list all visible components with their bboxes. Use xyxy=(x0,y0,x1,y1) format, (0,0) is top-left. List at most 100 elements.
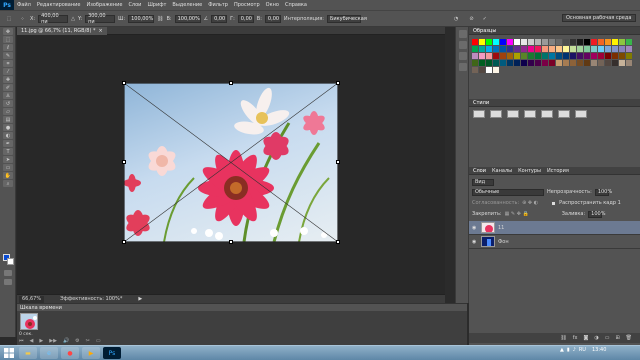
color-swatch[interactable] xyxy=(556,39,562,45)
workspace-select[interactable]: Основная рабочая среда xyxy=(562,14,636,22)
style-preset[interactable] xyxy=(507,110,519,118)
play-icon[interactable]: ▶ xyxy=(39,338,43,344)
color-swatch[interactable] xyxy=(507,60,513,66)
width-field[interactable]: 100,00% xyxy=(128,14,155,23)
color-swatch[interactable] xyxy=(514,53,520,59)
tab-layers[interactable]: Слои xyxy=(473,168,486,174)
y-field[interactable]: 300,00 пи xyxy=(85,13,116,25)
background-color-swatch[interactable] xyxy=(7,258,14,265)
quick-mask-icon[interactable] xyxy=(4,270,12,276)
move-tool-icon[interactable]: ✥ xyxy=(3,28,13,35)
color-swatch[interactable] xyxy=(577,53,583,59)
color-swatch[interactable] xyxy=(563,53,569,59)
status-menu-arrow[interactable]: ▶ xyxy=(138,296,142,302)
visibility-eye-icon[interactable]: ◉ xyxy=(472,225,478,231)
link-icon[interactable]: ⛓ xyxy=(157,16,163,22)
propagate-checkbox[interactable] xyxy=(551,200,557,206)
color-swatch[interactable] xyxy=(556,53,562,59)
color-swatch[interactable] xyxy=(535,60,541,66)
timeline-frame[interactable] xyxy=(20,313,38,330)
gradient-tool-icon[interactable]: ▤ xyxy=(3,116,13,123)
color-swatch[interactable] xyxy=(542,46,548,52)
color-swatch[interactable] xyxy=(626,46,632,52)
color-swatch[interactable] xyxy=(500,60,506,66)
player-taskbar-icon[interactable]: ▶ xyxy=(82,347,100,359)
style-preset[interactable] xyxy=(524,110,536,118)
filter-kind-select[interactable]: Вид xyxy=(472,178,494,186)
color-swatch[interactable] xyxy=(528,39,534,45)
relative-position-icon[interactable]: △ xyxy=(71,16,75,22)
color-swatch[interactable] xyxy=(472,67,478,73)
layer-row[interactable]: ◉ 11 xyxy=(469,221,640,235)
color-swatch[interactable] xyxy=(591,39,597,45)
transform-handle-br[interactable] xyxy=(336,240,340,244)
color-swatch[interactable] xyxy=(605,46,611,52)
zoom-level-field[interactable]: 66,67% xyxy=(19,295,45,303)
color-swatch[interactable] xyxy=(619,39,625,45)
color-swatch[interactable] xyxy=(570,46,576,52)
eraser-tool-icon[interactable]: ▱ xyxy=(3,108,13,115)
screen-mode-icon[interactable] xyxy=(4,279,12,285)
color-swatch[interactable] xyxy=(577,39,583,45)
history-panel-icon[interactable] xyxy=(459,30,467,38)
link-layers-icon[interactable]: ⛓ xyxy=(560,335,566,341)
color-swatch[interactable] xyxy=(521,60,527,66)
blend-mode-select[interactable]: Обычные xyxy=(472,188,544,196)
timeline-title[interactable]: Шкала времени xyxy=(20,305,62,311)
color-swatch[interactable] xyxy=(563,39,569,45)
color-swatch[interactable] xyxy=(472,53,478,59)
visibility-eye-icon[interactable]: ◉ xyxy=(472,239,478,245)
color-swatch[interactable] xyxy=(549,39,555,45)
brush-tool-icon[interactable]: ✐ xyxy=(3,84,13,91)
color-swatch[interactable] xyxy=(507,46,513,52)
type-tool-icon[interactable]: T xyxy=(3,148,13,155)
network-icon[interactable]: ▮ xyxy=(567,347,570,353)
color-swatch[interactable] xyxy=(584,39,590,45)
v-skew-field[interactable]: 0,00 xyxy=(264,14,281,23)
warp-icon[interactable]: ◔ xyxy=(454,16,458,22)
style-preset[interactable] xyxy=(473,110,485,118)
color-swatch[interactable] xyxy=(591,60,597,66)
opacity-field[interactable]: 100% xyxy=(594,188,612,196)
tab-history[interactable]: История xyxy=(547,168,569,174)
history-brush-tool-icon[interactable]: ↺ xyxy=(3,100,13,107)
document-image[interactable] xyxy=(124,83,338,242)
color-swatch[interactable] xyxy=(570,53,576,59)
unify-icons[interactable]: ⊕ ✥ ◐ xyxy=(522,200,538,206)
first-frame-icon[interactable]: ⏮ xyxy=(19,338,24,344)
color-swatch[interactable] xyxy=(563,60,569,66)
color-swatch[interactable] xyxy=(472,46,478,52)
transform-handle-tr[interactable] xyxy=(336,81,340,85)
commit-icon[interactable]: ✓ xyxy=(483,16,487,22)
pen-tool-icon[interactable]: ✒ xyxy=(3,140,13,147)
start-button[interactable] xyxy=(2,347,16,359)
color-swatch[interactable] xyxy=(486,67,492,73)
color-swatch[interactable] xyxy=(619,46,625,52)
color-swatch[interactable] xyxy=(493,39,499,45)
color-swatch[interactable] xyxy=(598,46,604,52)
eyedropper-tool-icon[interactable]: ⁄ xyxy=(3,68,13,75)
color-swatch[interactable] xyxy=(626,39,632,45)
menu-filter[interactable]: Фильтр xyxy=(205,2,231,8)
color-swatch[interactable] xyxy=(612,53,618,59)
color-swatch[interactable] xyxy=(570,60,576,66)
angle-field[interactable]: 0,00 xyxy=(211,14,228,23)
color-swatch[interactable] xyxy=(493,67,499,73)
color-swatch[interactable] xyxy=(542,39,548,45)
color-swatch[interactable] xyxy=(472,60,478,66)
color-swatch[interactable] xyxy=(521,53,527,59)
menu-type[interactable]: Шрифт xyxy=(144,2,169,8)
color-swatch[interactable] xyxy=(514,39,520,45)
prev-frame-icon[interactable]: ◀ xyxy=(30,338,34,344)
actions-panel-icon[interactable] xyxy=(459,41,467,49)
layer-name[interactable]: Фон xyxy=(498,239,509,245)
color-swatch[interactable] xyxy=(605,60,611,66)
layer-row[interactable]: ◉ Фон xyxy=(469,235,640,249)
marquee-tool-icon[interactable]: ⬚ xyxy=(3,36,13,43)
reference-point-icon[interactable]: ⁘ xyxy=(18,16,27,22)
color-swatch[interactable] xyxy=(549,53,555,59)
lasso-tool-icon[interactable]: ℓ xyxy=(3,44,13,51)
color-swatch[interactable] xyxy=(542,53,548,59)
color-swatch[interactable] xyxy=(577,46,583,52)
color-swatch[interactable] xyxy=(479,60,485,66)
